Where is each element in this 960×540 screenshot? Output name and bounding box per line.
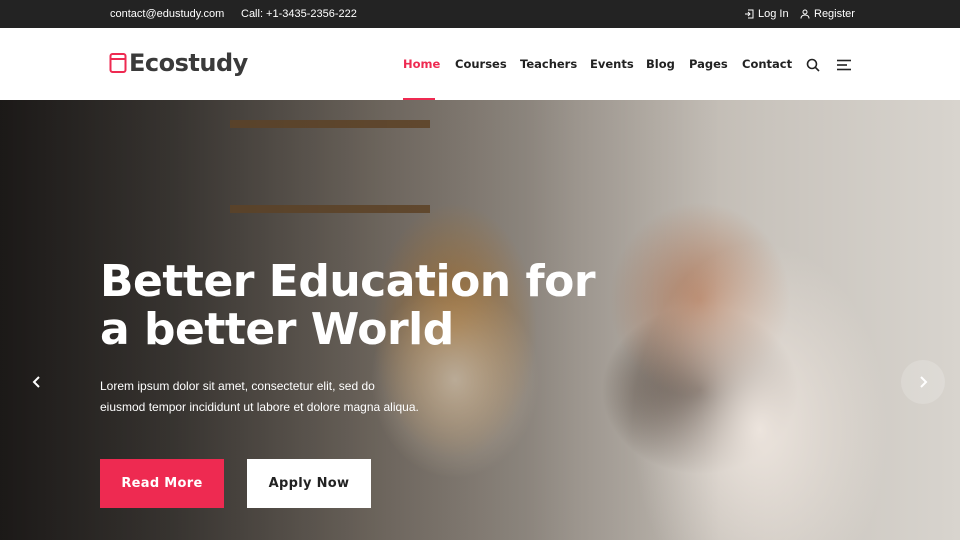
search-icon[interactable] [806, 58, 820, 72]
hero-description: Lorem ipsum dolor sit amet, consectetur … [100, 376, 430, 418]
book-logo-icon [109, 53, 127, 73]
login-icon [745, 9, 754, 19]
chevron-right-icon [920, 376, 928, 388]
register-link[interactable]: Register [800, 8, 855, 20]
apply-now-button[interactable]: Apply Now [247, 459, 371, 508]
read-more-button[interactable]: Read More [100, 459, 224, 508]
nav-blog[interactable]: Blog [646, 57, 675, 71]
hero-title-line: a better World [100, 304, 454, 355]
top-bar: contact@edustudy.com Call: +1-3435-2356-… [0, 0, 960, 28]
nav-pages[interactable]: Pages [689, 57, 728, 71]
hero-title: Better Education for a better World [100, 258, 620, 354]
hero-slider: Better Education for a better World Lore… [0, 100, 960, 540]
nav-events[interactable]: Events [590, 57, 634, 71]
chevron-left-icon [32, 376, 40, 388]
logo[interactable]: Ecostudy [109, 49, 248, 77]
contact-email[interactable]: contact@edustudy.com [110, 8, 224, 20]
user-icon [800, 9, 810, 19]
nav-courses[interactable]: Courses [455, 57, 507, 71]
slider-prev-button[interactable] [15, 360, 59, 404]
login-link[interactable]: Log In [744, 8, 789, 20]
slider-next-button[interactable] [901, 360, 945, 404]
nav-contact[interactable]: Contact [742, 57, 792, 71]
hero-description-line: eiusmod tempor incididunt ut labore et d… [100, 400, 419, 414]
main-header: Ecostudy Home Courses Teachers Events Bl… [0, 28, 960, 100]
hero-description-line: Lorem ipsum dolor sit amet, consectetur … [100, 379, 375, 393]
nav-teachers[interactable]: Teachers [520, 57, 577, 71]
register-label: Register [814, 8, 855, 20]
menu-icon[interactable] [837, 59, 851, 71]
logo-text: Ecostudy [129, 49, 248, 77]
nav-home[interactable]: Home [403, 57, 440, 71]
hero-title-line: Better Education for [100, 256, 596, 307]
contact-phone[interactable]: Call: +1-3435-2356-222 [241, 8, 357, 20]
login-label: Log In [758, 8, 789, 20]
